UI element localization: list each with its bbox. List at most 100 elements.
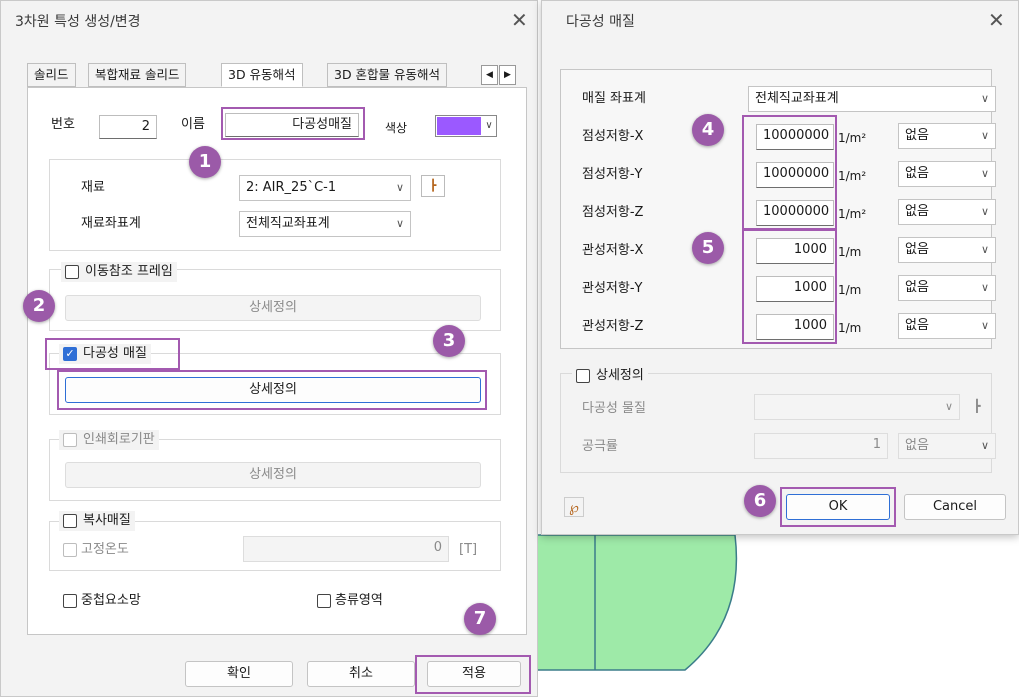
inert-z-option-value: 없음	[905, 318, 929, 333]
laminar-checkbox[interactable]	[317, 594, 331, 608]
fixed-temp-check-row[interactable]: 고정온도	[63, 540, 129, 560]
tab-composite-solid[interactable]: 복합재료 솔리드	[88, 63, 187, 87]
porosity-label: 공극률	[582, 439, 618, 454]
medium-cs-label: 매질 좌표계	[582, 91, 646, 106]
detail-label: 상세정의	[596, 368, 644, 383]
detail-check-row[interactable]: 상세정의	[572, 366, 648, 386]
overlap-checkbox[interactable]	[63, 594, 77, 608]
chevron-down-icon: ∨	[980, 281, 989, 294]
tab-solid[interactable]: 솔리드	[27, 63, 76, 87]
material-label: 재료	[81, 180, 105, 195]
laminar-label: 층류영역	[335, 593, 383, 608]
inert-z-unit: 1/m	[838, 321, 862, 335]
fixed-temp-input[interactable]: 0	[243, 536, 449, 562]
chevron-down-icon: ∨	[980, 439, 989, 452]
pcb-detail-button[interactable]: 상세정의	[65, 462, 481, 488]
kcfd-logo-icon[interactable]: ℘	[564, 497, 584, 517]
chevron-down-icon: ∨	[395, 181, 404, 194]
material-cs-value: 전체직교좌표계	[246, 216, 330, 231]
highlight-detail-button	[57, 370, 487, 410]
highlight-ok	[780, 487, 896, 527]
name-label: 이름	[181, 117, 205, 132]
inert-x-label: 관성저항-X	[582, 243, 644, 258]
step-badge-4: 4	[692, 114, 724, 146]
chevron-down-icon: ∨	[980, 129, 989, 142]
inert-y-option[interactable]: 없음 ∨	[898, 275, 996, 301]
number-label: 번호	[51, 117, 75, 132]
highlight-viscous	[742, 115, 837, 230]
highlight-name	[221, 107, 365, 140]
inert-z-option[interactable]: 없음 ∨	[898, 313, 996, 339]
moving-frame-detail-button[interactable]: 상세정의	[65, 295, 481, 321]
porous-media-dialog: 다공성 매질 ✕ 매질 좌표계 전체직교좌표계 ∨ 점성저항-X 1000000…	[541, 0, 1019, 535]
visc-y-option[interactable]: 없음 ∨	[898, 161, 996, 187]
porous-dialog-title: 다공성 매질	[566, 14, 635, 30]
cancel-button[interactable]: Cancel	[904, 494, 1006, 520]
tab-scroll-right-icon[interactable]: ▶	[499, 65, 516, 85]
material-db-icon[interactable]: ┣	[966, 395, 988, 417]
number-input[interactable]: 2	[99, 115, 157, 139]
step-badge-7: 7	[464, 603, 496, 635]
color-label: 색상	[385, 121, 408, 135]
chevron-down-icon: ∨	[485, 120, 493, 131]
chevron-down-icon: ∨	[980, 205, 989, 218]
dialog-title: 3차원 특성 생성/변경	[15, 14, 141, 30]
chevron-down-icon: ∨	[980, 167, 989, 180]
moving-frame-label: 이동참조 프레임	[85, 264, 173, 279]
highlight-porous-check	[45, 338, 180, 370]
tab-3d-mixture-flow[interactable]: 3D 혼합물 유동해석	[327, 63, 448, 87]
radiation-checkbox[interactable]	[63, 514, 77, 528]
fixed-temp-checkbox[interactable]	[63, 543, 77, 557]
step-badge-3: 3	[433, 325, 465, 357]
overlap-check-row[interactable]: 중첩요소망	[63, 591, 141, 611]
step-badge-5: 5	[692, 232, 724, 264]
pcb-label: 인쇄회로기판	[83, 432, 155, 447]
radiation-check-row[interactable]: 복사매질	[59, 511, 135, 531]
inert-y-label: 관성저항-Y	[582, 281, 643, 296]
overlap-label: 중첩요소망	[81, 593, 141, 608]
inert-y-unit: 1/m	[838, 283, 862, 297]
visc-x-option-value: 없음	[905, 128, 929, 143]
medium-cs-select[interactable]: 전체직교좌표계 ∨	[748, 86, 996, 112]
material-group	[49, 159, 501, 251]
material-value: 2: AIR_25`C-1	[246, 180, 337, 195]
inert-x-option[interactable]: 없음 ∨	[898, 237, 996, 263]
material-cs-label: 재료좌표계	[81, 216, 141, 231]
chevron-down-icon: ∨	[980, 92, 989, 105]
moving-frame-checkbox[interactable]	[65, 265, 79, 279]
material-select[interactable]: 2: AIR_25`C-1 ∨	[239, 175, 411, 201]
visc-x-label: 점성저항-X	[582, 129, 644, 144]
cancel-button[interactable]: 취소	[307, 661, 415, 687]
highlight-apply	[415, 655, 531, 694]
porous-material-select[interactable]: ∨	[754, 394, 960, 420]
step-badge-6: 6	[744, 485, 776, 517]
visc-x-unit: 1/m²	[838, 131, 867, 145]
close-icon[interactable]: ✕	[988, 10, 1005, 30]
visc-z-option[interactable]: 없음 ∨	[898, 199, 996, 225]
pcb-check-row[interactable]: 인쇄회로기판	[59, 430, 159, 450]
ok-button[interactable]: 확인	[185, 661, 293, 687]
tab-3d-flow[interactable]: 3D 유동해석	[221, 63, 303, 87]
highlight-inertial	[742, 229, 837, 344]
visc-x-option[interactable]: 없음 ∨	[898, 123, 996, 149]
pcb-checkbox[interactable]	[63, 433, 77, 447]
step-badge-2: 2	[23, 290, 55, 322]
inert-x-unit: 1/m	[838, 245, 862, 259]
tab-scroll-left-icon[interactable]: ◀	[481, 65, 498, 85]
visc-y-label: 점성저항-Y	[582, 167, 643, 182]
material-cs-select[interactable]: 전체직교좌표계 ∨	[239, 211, 411, 237]
visc-z-unit: 1/m²	[838, 207, 867, 221]
chevron-down-icon: ∨	[980, 243, 989, 256]
porosity-option-value: 없음	[905, 438, 929, 453]
close-icon[interactable]: ✕	[511, 10, 528, 30]
detail-checkbox[interactable]	[576, 369, 590, 383]
porosity-input[interactable]: 1	[754, 433, 888, 459]
color-picker[interactable]: ∨	[435, 115, 497, 137]
chevron-down-icon: ∨	[980, 319, 989, 332]
inert-x-option-value: 없음	[905, 242, 929, 257]
laminar-check-row[interactable]: 층류영역	[317, 591, 383, 611]
porosity-option[interactable]: 없음 ∨	[898, 433, 996, 459]
material-db-icon[interactable]: ┣	[421, 175, 445, 197]
chevron-down-icon: ∨	[395, 217, 404, 230]
moving-frame-check-row[interactable]: 이동참조 프레임	[61, 262, 177, 282]
